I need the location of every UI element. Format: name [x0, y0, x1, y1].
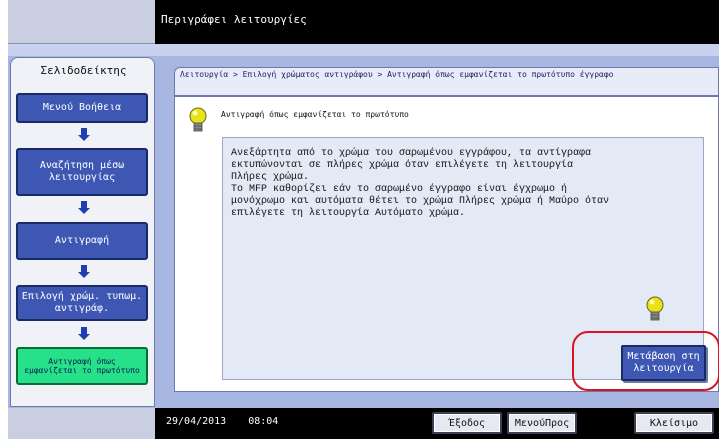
menu-back-label: ΜενούΠρος [514, 417, 570, 429]
close-label: Κλείσιμο [649, 417, 699, 429]
sidebar-item-search-by-function[interactable]: Αναζήτηση μέσω λειτουργίας [16, 148, 148, 196]
datetime: 29/04/2013 08:04 [166, 416, 278, 427]
highlight-ring [572, 331, 719, 391]
down-arrow-icon [78, 327, 90, 341]
sidebar-title: Σελιδοδείκτης [40, 64, 127, 77]
title-bar: Περιγράφει λειτουργίες [155, 0, 719, 44]
page-title: Περιγράφει λειτουργίες [161, 13, 307, 26]
sidebar-item-current[interactable]: Αντιγραφή όπως εμφανίζεται το πρωτότυπο [16, 347, 148, 385]
down-arrow-icon [78, 201, 90, 215]
sidebar-item-label: Αντιγραφή [54, 235, 110, 246]
sidebar-item-color-selection[interactable]: Επιλογή χρώμ. τυπωμ. αντιγράφ. [16, 285, 148, 321]
lightbulb-icon [189, 107, 207, 132]
bottom-left-panel [8, 408, 155, 439]
close-button[interactable]: Κλείσιμο [634, 412, 714, 434]
background-band-highlight [8, 44, 719, 56]
content-heading: Αντιγραφή όπως εμφανίζεται το πρωτότυπο [221, 110, 409, 119]
sidebar-item-help-menu[interactable]: Μενού Βοήθεια [16, 93, 148, 123]
screen: Περιγράφει λειτουργίες Σελιδοδείκτης Μεν… [8, 0, 719, 439]
sidebar-item-label: Επιλογή χρώμ. τυπωμ. αντιγράφ. [21, 291, 143, 314]
sidebar-item-label: Αναζήτηση μέσω λειτουργίας [39, 160, 125, 183]
down-arrow-icon [78, 128, 90, 142]
time-text: 08:04 [248, 416, 279, 427]
breadcrumb: Λειτουργία > Επιλογή χρώματος αντιγράφου… [180, 70, 614, 79]
lightbulb-icon [646, 296, 664, 321]
sidebar-item-label: Μενού Βοήθεια [42, 102, 122, 113]
date-text: 29/04/2013 [166, 416, 227, 427]
menu-back-button[interactable]: ΜενούΠρος [507, 412, 577, 434]
sidebar-item-copy[interactable]: Αντιγραφή [16, 222, 148, 260]
exit-label: Έξοδος [448, 417, 486, 429]
topbar-left-panel [8, 0, 155, 44]
sidebar-item-label: Αντιγραφή όπως εμφανίζεται το πρωτότυπο [24, 357, 140, 375]
down-arrow-icon [78, 265, 90, 279]
exit-button[interactable]: Έξοδος [432, 412, 502, 434]
